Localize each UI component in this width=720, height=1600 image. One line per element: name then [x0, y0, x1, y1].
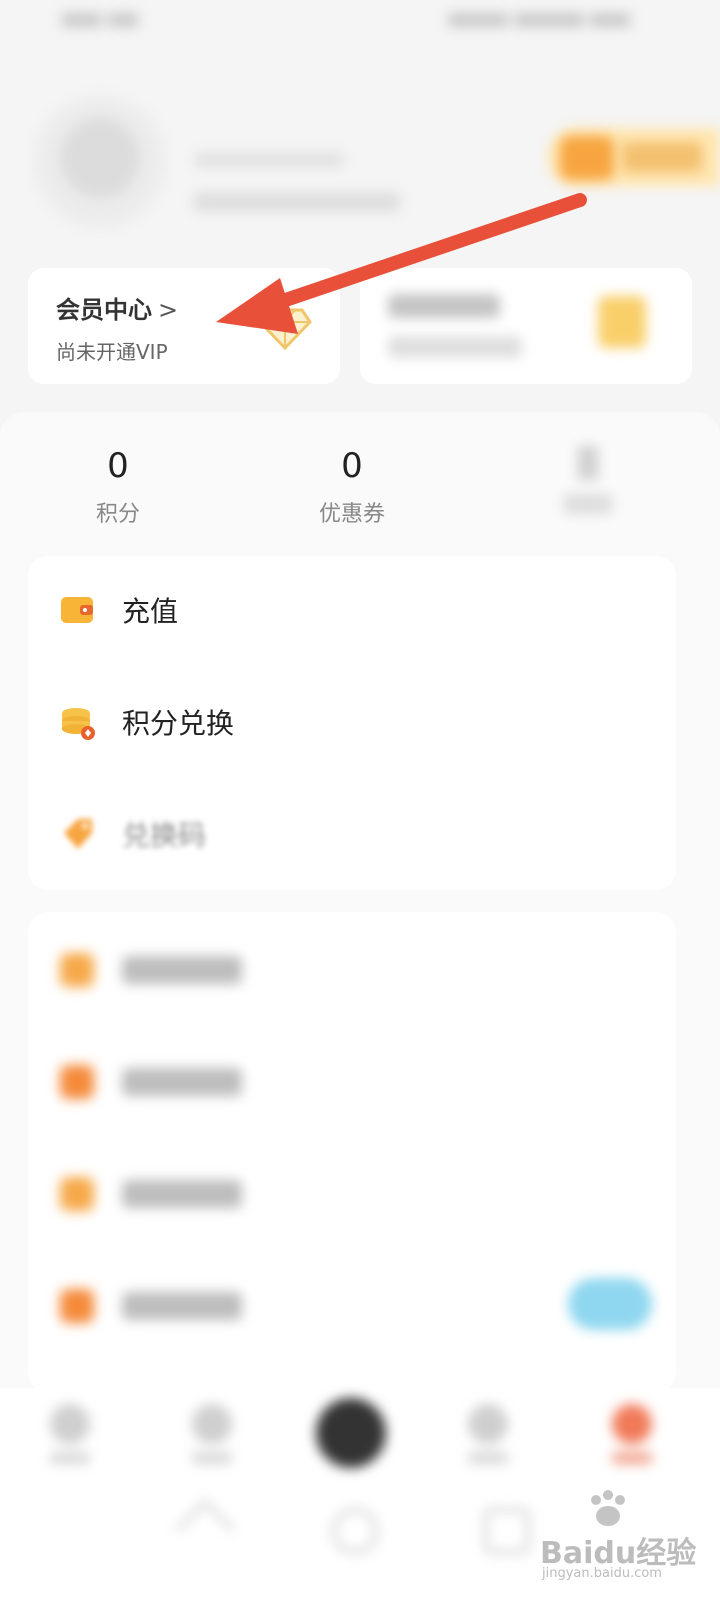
stat-third[interactable] — [488, 446, 688, 514]
stat-coupons-value: 0 — [341, 446, 363, 486]
username — [192, 92, 512, 136]
menu-item-points-exchange[interactable]: 积分兑换 — [60, 692, 660, 752]
tag-icon — [60, 817, 94, 851]
annotation-arrow — [216, 193, 587, 334]
chevron-right-icon: > — [158, 296, 179, 324]
baidu-paw-icon — [591, 1490, 625, 1526]
stat-points-value: 0 — [107, 446, 129, 486]
toggle-switch[interactable] — [568, 1278, 652, 1330]
stat-coupons[interactable]: 0 优惠券 — [252, 446, 452, 528]
avatar-icon — [60, 118, 140, 198]
nav-tab-home[interactable] — [38, 1404, 102, 1474]
member-center-subtitle: 尚未开通VIP — [56, 340, 168, 364]
stat-coupons-label: 优惠券 — [318, 502, 385, 527]
system-recents-button[interactable] — [484, 1508, 530, 1554]
menu-item-blurred-2[interactable] — [60, 1052, 660, 1112]
menu-item-redeem-code[interactable]: 兑换码 — [60, 804, 660, 864]
status-bar-right — [448, 12, 648, 36]
menu-item-label: 兑换码 — [122, 819, 207, 852]
nav-tab-2[interactable] — [180, 1404, 244, 1474]
profile-subtitle — [194, 152, 344, 168]
menu-item-label: 充值 — [122, 595, 179, 628]
stat-points-label: 积分 — [95, 502, 140, 527]
vip-badge-label — [622, 142, 702, 172]
coins-icon — [60, 705, 95, 740]
menu-item-blurred-1[interactable] — [60, 940, 660, 1000]
secondary-card-icon — [598, 296, 646, 348]
status-bar-left — [62, 12, 172, 36]
menu-item-label: 积分兑换 — [122, 707, 235, 740]
menu-item-recharge[interactable]: 充值 — [60, 580, 660, 640]
menu-item-blurred-3[interactable] — [60, 1164, 660, 1224]
wallet-icon — [60, 593, 94, 627]
member-center-title[interactable]: 会员中心 > — [56, 290, 178, 325]
nav-tab-profile[interactable] — [600, 1404, 664, 1474]
nav-tab-4[interactable] — [456, 1404, 520, 1474]
system-home-button[interactable] — [332, 1508, 378, 1554]
vip-badge-icon — [560, 136, 614, 180]
stat-points[interactable]: 0 积分 — [18, 446, 218, 528]
nav-center-button[interactable] — [316, 1398, 386, 1468]
watermark-url: jingyan.baidu.com — [542, 1566, 662, 1581]
